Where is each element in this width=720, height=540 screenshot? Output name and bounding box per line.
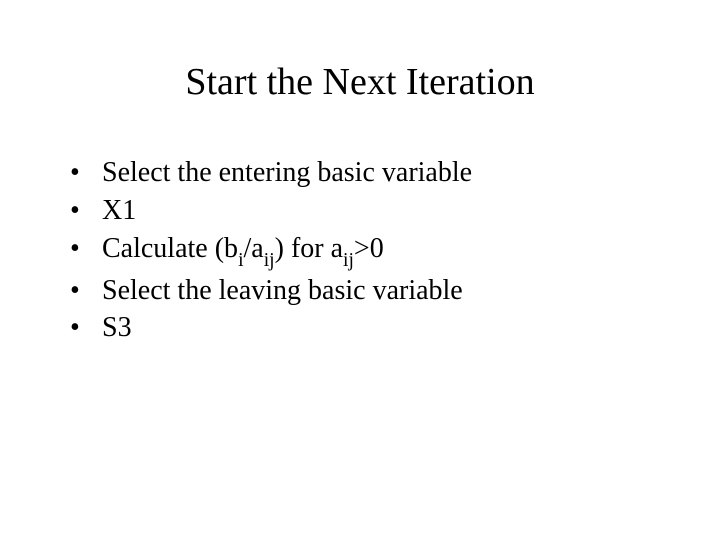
text-fragment: Calculate (b	[102, 233, 238, 264]
list-item: S3	[70, 309, 660, 347]
slide: Start the Next Iteration Select the ente…	[0, 0, 720, 540]
text-fragment: >0	[354, 233, 384, 264]
text-fragment: /a	[244, 233, 264, 264]
bullet-list: Select the entering basic variable X1 Ca…	[70, 154, 660, 347]
subscript: ij	[343, 250, 354, 271]
list-item: X1	[70, 192, 660, 230]
list-item: Select the leaving basic variable	[70, 272, 660, 310]
list-item: Select the entering basic variable	[70, 154, 660, 192]
list-item: Calculate (bi/aij) for aij>0	[70, 230, 660, 272]
text-fragment: ) for a	[275, 233, 343, 264]
subscript: ij	[264, 250, 275, 271]
slide-title: Start the Next Iteration	[60, 60, 660, 104]
subscript: i	[238, 250, 243, 271]
